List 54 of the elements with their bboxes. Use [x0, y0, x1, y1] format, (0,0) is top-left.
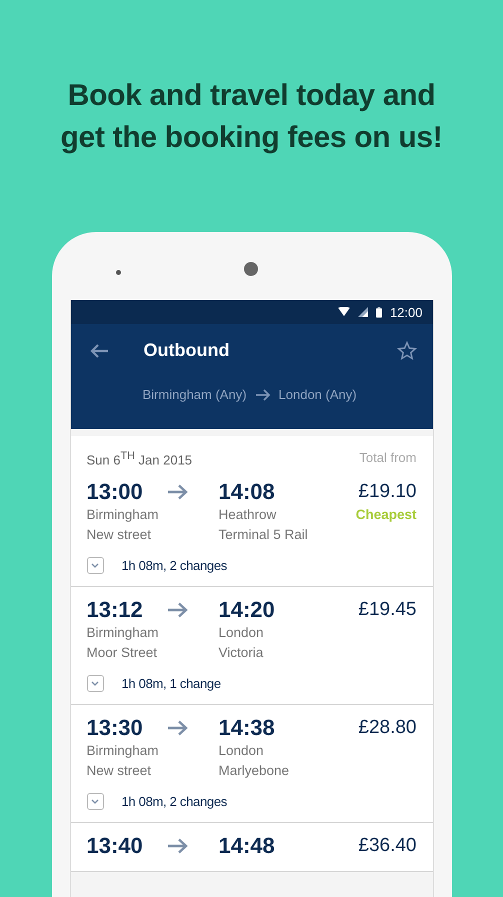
duration-text: 1h 08m, 2 changes [122, 558, 227, 574]
cheapest-label: Cheapest [356, 506, 416, 524]
price-text: £19.45 [358, 598, 416, 622]
origin-text: Birmingham (Any) [142, 387, 247, 402]
station-text: Heathrow [218, 506, 278, 524]
station-text: Moor Street [86, 644, 158, 662]
camera-dot [244, 262, 258, 276]
station-text: Marlyebone [218, 762, 290, 780]
station-text: London [218, 742, 265, 760]
expand-button[interactable] [86, 793, 104, 810]
price-text: £28.80 [358, 716, 416, 740]
chevron-down-icon [91, 562, 99, 569]
price-text: £19.10 [358, 480, 416, 504]
expand-button[interactable] [86, 675, 104, 692]
signal-icon [358, 307, 368, 317]
station-text: Victoria [218, 644, 264, 662]
speaker-dot [116, 270, 120, 275]
station-text: New street [86, 526, 152, 544]
chevron-down-icon [91, 680, 99, 687]
right-arrow-icon [166, 838, 188, 854]
star-icon[interactable] [396, 340, 416, 360]
price-text: £36.40 [358, 834, 416, 858]
arrival-time: 14:48 [218, 833, 276, 860]
right-arrow-icon [254, 388, 271, 400]
departure-time: 13:40 [86, 833, 144, 860]
departure-time: 13:00 [86, 479, 144, 506]
headline-text: get the booking fees on us! [60, 120, 442, 156]
clock-time: 12:00 [390, 304, 422, 320]
arrival-time: 14:38 [218, 715, 276, 742]
station-text: London [218, 624, 265, 642]
right-arrow-icon [166, 602, 188, 618]
headline-text: Book and travel today and [68, 78, 436, 114]
back-arrow-icon[interactable] [88, 342, 108, 358]
right-arrow-icon [166, 720, 188, 736]
station-text: Birmingham [86, 742, 160, 760]
right-arrow-icon [166, 484, 188, 500]
total-from-label: Total from [359, 450, 416, 467]
station-text: Birmingham [86, 624, 160, 642]
station-text: New street [86, 762, 152, 780]
departure-time: 13:30 [86, 715, 144, 742]
date-text: Sun 6$^{TH}$ Jan 2015 [86, 450, 192, 468]
arrival-time: 14:20 [218, 597, 276, 624]
screen-title: Outbound [144, 340, 230, 361]
station-text: Terminal 5 Rail [218, 526, 309, 544]
duration-text: 1h 08m, 2 changes [122, 794, 227, 810]
destination-text: London (Any) [278, 387, 357, 402]
duration-text: 1h 08m, 1 change [122, 676, 221, 692]
departure-time: 13:12 [86, 597, 144, 624]
arrival-time: 14:08 [218, 479, 276, 506]
battery-icon [376, 306, 382, 318]
expand-button[interactable] [86, 557, 104, 574]
station-text: Birmingham [86, 506, 160, 524]
chevron-down-icon [91, 798, 99, 805]
wifi-icon [338, 307, 350, 317]
